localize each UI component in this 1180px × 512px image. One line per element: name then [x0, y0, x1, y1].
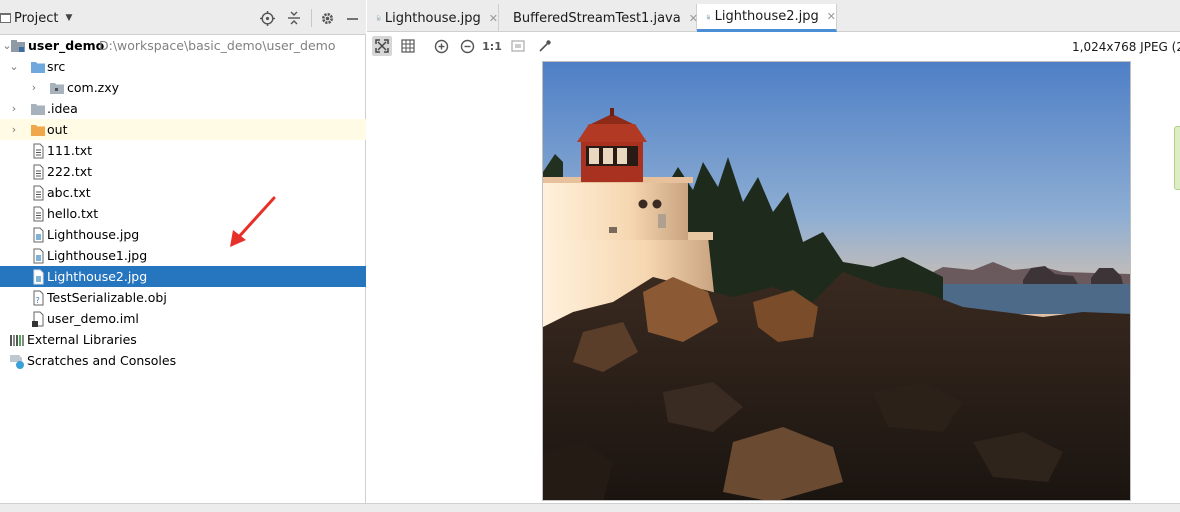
tab-bufferedstreamtest1-java[interactable]: c BufferedStreamTest1.java ✕ — [499, 4, 698, 32]
project-panel-title: Project — [14, 10, 59, 26]
tree-label: out — [47, 122, 68, 137]
project-view-icon — [0, 13, 11, 23]
editor-tabs: Lighthouse.jpg ✕ c BufferedStreamTest1.j… — [367, 0, 1180, 32]
project-panel-header: Project ▼ — [0, 0, 366, 35]
tree-label: user_demo.iml — [47, 311, 139, 326]
project-view-selector[interactable]: Project ▼ — [0, 8, 72, 28]
tree-row-111-txt[interactable]: 111.txt — [0, 140, 366, 161]
tree-label: .idea — [47, 101, 78, 116]
tree-row-user-demo[interactable]: ⌄ user_demo D:\workspace\basic_demo\user… — [0, 35, 366, 56]
tree-label: 111.txt — [47, 143, 93, 158]
image-file-icon — [33, 269, 44, 285]
project-panel: Project ▼ ⌄ user_demo D:\workspace\basic… — [0, 0, 366, 503]
image-file-icon — [377, 15, 381, 21]
tree-label: Lighthouse2.jpg — [47, 269, 148, 284]
text-file-icon — [33, 143, 44, 159]
close-icon[interactable]: ✕ — [489, 12, 498, 25]
tree-row-hello-txt[interactable]: hello.txt — [0, 203, 366, 224]
close-icon[interactable]: ✕ — [827, 10, 836, 23]
tree-label: src — [47, 59, 66, 74]
tree-label: hello.txt — [47, 206, 99, 221]
module-path: D:\workspace\basic_demo\user_demo — [99, 38, 336, 53]
tree-row-lighthouse-jpg[interactable]: Lighthouse.jpg — [0, 224, 366, 245]
tree-label: abc.txt — [47, 185, 91, 200]
tree-label: Lighthouse.jpg — [47, 227, 140, 242]
tree-row-external-libraries[interactable]: External Libraries — [0, 329, 366, 350]
excluded-folder-icon — [31, 125, 45, 136]
module-folder-icon — [11, 40, 25, 52]
tab-lighthouse-jpg[interactable]: Lighthouse.jpg ✕ — [367, 4, 499, 32]
tree-label: Scratches and Consoles — [27, 353, 177, 368]
image-file-icon — [33, 248, 44, 264]
tab-lighthouse2-jpg[interactable]: Lighthouse2.jpg ✕ — [697, 4, 837, 32]
tree-row-testserializable-obj[interactable]: ? TestSerializable.obj — [0, 287, 366, 308]
status-bar — [0, 503, 1180, 512]
tab-label: Lighthouse.jpg — [384, 10, 481, 26]
tab-label: Lighthouse2.jpg — [714, 9, 819, 24]
tree-row-user-demo-iml[interactable]: user_demo.iml — [0, 308, 366, 329]
text-file-icon — [33, 206, 44, 222]
tree-label: 222.txt — [47, 164, 93, 179]
tree-label: External Libraries — [27, 332, 137, 347]
chevron-right-icon[interactable]: › — [28, 77, 40, 98]
image-file-icon — [33, 227, 44, 243]
tree-row-abc-txt[interactable]: abc.txt — [0, 182, 366, 203]
zoom-out-icon[interactable] — [457, 36, 477, 56]
iml-file-icon — [32, 311, 44, 327]
tree-row-lighthouse1-jpg[interactable]: Lighthouse1.jpg — [0, 245, 366, 266]
source-folder-icon — [31, 62, 45, 73]
image-viewer[interactable] — [542, 61, 1131, 501]
text-file-icon — [33, 185, 44, 201]
tree-row-lighthouse2-jpg[interactable]: Lighthouse2.jpg — [0, 266, 366, 287]
tree-label: TestSerializable.obj — [47, 290, 167, 305]
header-divider — [311, 9, 312, 27]
tree-row-out[interactable]: › out — [0, 119, 366, 140]
side-panel-tab[interactable] — [1174, 126, 1180, 190]
text-file-icon — [33, 164, 44, 180]
tree-row-idea[interactable]: › .idea — [0, 98, 366, 119]
chevron-right-icon[interactable]: › — [8, 98, 20, 119]
folder-icon — [31, 104, 45, 115]
unknown-file-icon: ? — [33, 290, 44, 306]
lighthouse-image — [543, 62, 1130, 500]
toggle-chessboard-icon[interactable] — [372, 36, 392, 56]
zoom-in-icon[interactable] — [431, 36, 451, 56]
image-toolbar: 1:1 1,024x768 JPEG (24 — [367, 33, 1180, 59]
svg-text:?: ? — [36, 296, 40, 305]
tree-label: user_demo — [28, 38, 105, 53]
image-info: 1,024x768 JPEG (24 — [1072, 40, 1180, 54]
actual-size-button[interactable]: 1:1 — [482, 36, 502, 56]
scratches-icon — [10, 355, 24, 369]
fit-zoom-icon[interactable] — [508, 36, 528, 56]
tree-label: com.zxy — [67, 80, 120, 95]
tree-row-222-txt[interactable]: 222.txt — [0, 161, 366, 182]
locate-file-icon[interactable] — [258, 9, 276, 27]
color-picker-icon[interactable] — [535, 36, 555, 56]
package-icon — [50, 83, 64, 94]
minimize-icon[interactable] — [343, 9, 361, 27]
tree-row-com-zxy[interactable]: › com.zxy — [0, 77, 366, 98]
grid-icon[interactable] — [398, 36, 418, 56]
tree-row-scratches[interactable]: Scratches and Consoles — [0, 350, 366, 371]
image-file-icon — [707, 14, 710, 19]
annotation-arrow — [230, 196, 276, 247]
tree-row-src[interactable]: ⌄ src — [0, 56, 366, 77]
chevron-down-icon: ▼ — [65, 13, 73, 23]
ide-window: Project ▼ ⌄ user_demo D:\workspace\basic… — [0, 0, 1180, 512]
chevron-down-icon[interactable]: ⌄ — [8, 56, 20, 77]
libraries-icon — [10, 335, 24, 346]
tab-label: BufferedStreamTest1.java — [513, 10, 681, 26]
gear-icon[interactable] — [318, 9, 336, 27]
tree-label: Lighthouse1.jpg — [47, 248, 148, 263]
collapse-all-icon[interactable] — [285, 9, 303, 27]
chevron-right-icon[interactable]: › — [8, 119, 20, 140]
editor-area: Lighthouse.jpg ✕ c BufferedStreamTest1.j… — [367, 0, 1180, 503]
